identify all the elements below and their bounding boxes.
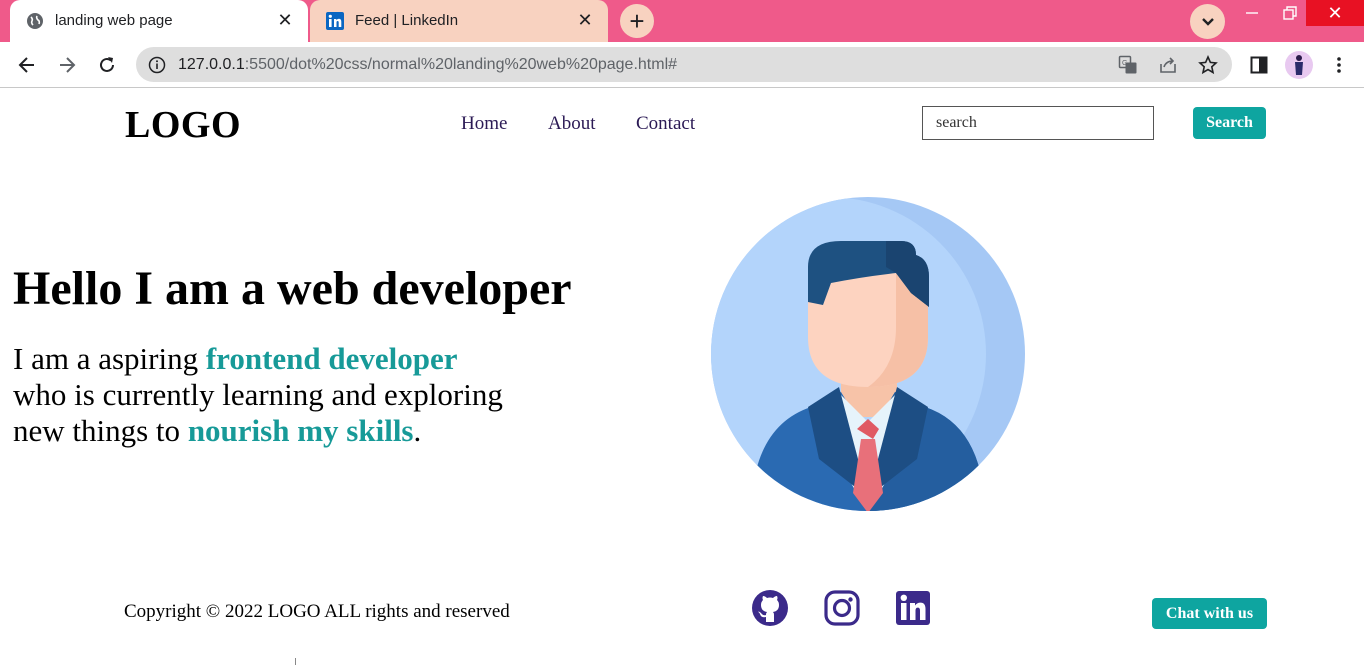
url-text: 127.0.0.1:5500/dot%20css/normal%20landin… <box>178 56 677 74</box>
kebab-menu-icon <box>1337 57 1341 73</box>
hero-description: I am a aspiring frontend developer who i… <box>13 341 503 449</box>
landing-page: LOGO Home About Contact Search Hello I a… <box>0 89 1364 665</box>
nav-contact-link[interactable]: Contact <box>636 113 695 135</box>
browser-toolbar: 127.0.0.1:5500/dot%20css/normal%20landin… <box>0 42 1364 88</box>
translate-icon[interactable]: G <box>1118 55 1138 75</box>
hero-heading: Hello I am a web developer <box>13 262 572 315</box>
minimize-icon <box>1246 12 1258 14</box>
hero-line-1: I am a aspiring frontend developer <box>13 341 503 377</box>
info-icon[interactable] <box>148 56 166 74</box>
site-logo[interactable]: LOGO <box>125 103 241 147</box>
close-icon: ✕ <box>1327 2 1343 23</box>
minimize-window-button[interactable] <box>1236 0 1268 26</box>
tab-landing-web-page[interactable]: landing web page ✕ <box>10 0 308 42</box>
new-tab-button[interactable]: + <box>620 4 654 38</box>
close-window-button[interactable]: ✕ <box>1306 0 1364 26</box>
github-icon[interactable] <box>751 589 789 627</box>
nav-about-link[interactable]: About <box>548 113 596 135</box>
arrow-left-icon <box>18 57 34 73</box>
share-icon[interactable] <box>1158 55 1178 75</box>
bookmark-star-icon[interactable] <box>1198 55 1218 75</box>
hero-text: I am a aspiring <box>13 341 206 376</box>
copyright-text: Copyright © 2022 LOGO ALL rights and res… <box>124 601 510 622</box>
profile-avatar[interactable] <box>1285 51 1313 79</box>
reload-icon <box>100 57 114 72</box>
developer-avatar-illustration <box>711 197 1025 511</box>
hero-line-2: who is currently learning and exploring <box>13 377 503 412</box>
close-tab-icon[interactable]: ✕ <box>274 9 296 31</box>
url-host: 127.0.0.1 <box>178 56 245 73</box>
restore-icon <box>1283 6 1297 20</box>
reload-button[interactable] <box>93 51 121 79</box>
globe-icon <box>27 13 43 29</box>
restore-window-button[interactable] <box>1274 0 1306 26</box>
search-input[interactable] <box>922 106 1154 140</box>
highlight-frontend-developer: frontend developer <box>205 341 458 376</box>
profile-icon <box>1295 55 1303 75</box>
instagram-icon[interactable] <box>823 589 861 627</box>
tab-linkedin-feed[interactable]: Feed | LinkedIn ✕ <box>310 0 608 42</box>
arrow-right-icon <box>60 57 76 73</box>
back-button[interactable] <box>13 51 41 79</box>
tab-title: landing web page <box>55 12 173 29</box>
hero-line-3: new things to nourish my skills. <box>13 413 503 449</box>
side-panel-icon <box>1250 56 1268 74</box>
search-button[interactable]: Search <box>1193 107 1266 139</box>
tab-search-button[interactable] <box>1190 4 1225 39</box>
side-panel-button[interactable] <box>1245 51 1273 79</box>
linkedin-icon[interactable] <box>894 589 932 627</box>
close-tab-icon[interactable]: ✕ <box>574 9 596 31</box>
address-bar[interactable]: 127.0.0.1:5500/dot%20css/normal%20landin… <box>136 47 1232 82</box>
tab-title: Feed | LinkedIn <box>355 12 459 29</box>
text-cursor <box>295 658 296 665</box>
nav-home-link[interactable]: Home <box>461 113 507 135</box>
highlight-nourish-my-skills: nourish my skills <box>187 413 414 448</box>
hero-text: . <box>413 413 422 448</box>
linkedin-icon <box>326 12 344 30</box>
hero-text: new things to <box>13 413 188 448</box>
chat-with-us-button[interactable]: Chat with us <box>1152 598 1267 629</box>
chevron-down-icon <box>1201 17 1214 26</box>
svg-text:G: G <box>1122 60 1127 67</box>
browser-menu-button[interactable] <box>1325 51 1353 79</box>
browser-tab-bar: landing web page ✕ Feed | LinkedIn ✕ + ✕ <box>0 0 1364 42</box>
forward-button[interactable] <box>53 51 81 79</box>
url-path: :5500/dot%20css/normal%20landing%20web%2… <box>244 56 678 73</box>
